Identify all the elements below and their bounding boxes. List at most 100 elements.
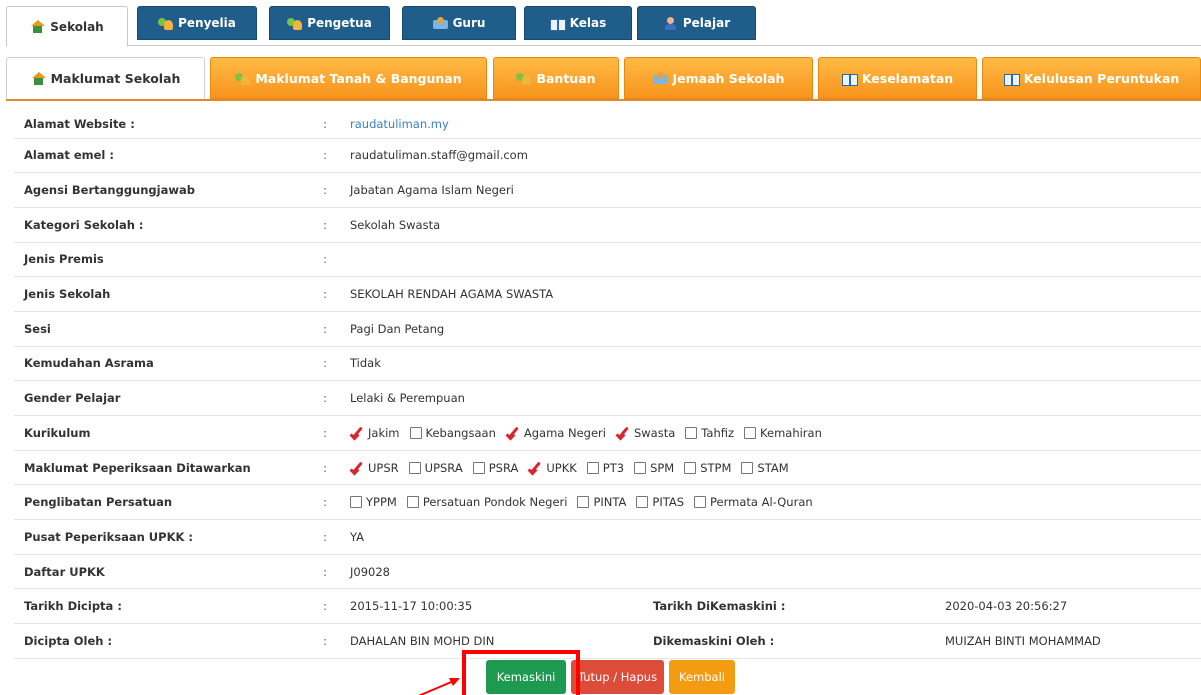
- checkbox-persatuan-pondok-negeri[interactable]: Persatuan Pondok Negeri: [406, 495, 568, 510]
- checkbox-box: [409, 426, 422, 439]
- checkbox-yppm[interactable]: YPPM: [350, 495, 397, 509]
- field-value: 2015-11-17 10:00:35: [340, 588, 643, 625]
- tab-guru[interactable]: Guru: [402, 6, 516, 40]
- table-row: Jenis Premis :: [14, 242, 1201, 278]
- website-link[interactable]: raudatuliman.my: [350, 117, 449, 131]
- colon: :: [310, 588, 340, 625]
- checkbox-spm[interactable]: SPM: [634, 461, 674, 475]
- kembali-button[interactable]: Kembali: [669, 660, 735, 694]
- tab-pengetua[interactable]: Pengetua: [269, 6, 390, 40]
- tab-pelajar[interactable]: Pelajar: [637, 6, 756, 40]
- tab-sekolah[interactable]: Sekolah: [6, 6, 128, 47]
- tab-label: Kelas: [569, 16, 607, 30]
- pointer-arrow-icon: [418, 678, 460, 695]
- subtab-label: Bantuan: [536, 70, 596, 86]
- subtab-jemaah-sekolah[interactable]: Jemaah Sekolah: [624, 57, 813, 99]
- kurikulum-checkbox-group: Jakim Kebangsaan Agama Negeri Swasta Tah…: [350, 426, 1191, 440]
- subtab-maklumat-sekolah[interactable]: Maklumat Sekolah: [6, 57, 205, 99]
- subtab-kelulusan-peruntukan[interactable]: Kelulusan Peruntukan: [982, 57, 1201, 99]
- checkbox-box: [406, 496, 419, 509]
- teacher-icon: [432, 16, 448, 30]
- colon: :: [310, 276, 340, 312]
- field-label: Daftar UPKK: [14, 554, 310, 590]
- checkmark-icon: [506, 426, 520, 439]
- subtab-bantuan[interactable]: Bantuan: [493, 57, 619, 99]
- persatuan-checkbox-group: YPPM Persatuan Pondok Negeri PINTA PITAS…: [350, 495, 1191, 509]
- table-row: Tarikh Dicipta : : 2015-11-17 10:00:35 T…: [14, 588, 1201, 625]
- subtab-keselamatan[interactable]: Keselamatan: [818, 57, 977, 99]
- checkbox-label: Persatuan Pondok Negeri: [422, 495, 568, 510]
- tab-penyelia[interactable]: Penyelia: [137, 6, 257, 40]
- sub-tab-bar: Maklumat Sekolah Maklumat Tanah & Bangun…: [6, 57, 1201, 99]
- users-icon: [287, 17, 303, 30]
- field-label: Pusat Peperiksaan UPKK :: [14, 519, 310, 555]
- checkbox-box: [694, 496, 707, 509]
- tab-label: Guru: [452, 16, 486, 30]
- checkbox-stam[interactable]: STAM: [741, 460, 789, 475]
- field-value: 2020-04-03 20:56:27: [935, 588, 1201, 625]
- checkbox-permata-al-quran[interactable]: Permata Al-Quran: [694, 495, 813, 509]
- peperiksaan-checkbox-group: UPSR UPSRA PSRA UPKK PT3 SPM STPM STAM: [350, 461, 1191, 475]
- field-label: Kurikulum: [14, 415, 310, 451]
- checkbox-label: STPM: [700, 460, 732, 475]
- field-label: Tarikh Dicipta :: [14, 588, 310, 625]
- subtab-label: Kelulusan Peruntukan: [1023, 70, 1180, 86]
- checkbox-kemahiran[interactable]: Kemahiran: [744, 426, 822, 440]
- field-label: Alamat emel :: [14, 138, 310, 174]
- checkbox-stpm[interactable]: STPM: [684, 461, 731, 475]
- checkbox-upkk[interactable]: UPKK: [528, 461, 576, 475]
- colon: :: [310, 346, 340, 382]
- field-label: Sesi: [14, 311, 310, 347]
- colon: :: [310, 415, 340, 451]
- checkbox-agama-negeri[interactable]: Agama Negeri: [506, 426, 606, 440]
- field-value: J09028: [340, 554, 1201, 590]
- checkbox-label: Jakim: [368, 425, 400, 440]
- checkbox-upsra[interactable]: UPSRA: [408, 461, 463, 475]
- highlight-box: [462, 650, 580, 695]
- table-row: Kemudahan Asrama : Tidak: [14, 346, 1201, 382]
- checkbox-kebangsaan[interactable]: Kebangsaan: [409, 425, 496, 440]
- field-label: Jenis Sekolah: [14, 276, 310, 312]
- checkbox-swasta[interactable]: Swasta: [616, 426, 675, 440]
- colon: :: [310, 207, 340, 243]
- tutup-hapus-button[interactable]: Tutup / Hapus: [571, 660, 664, 694]
- checkmark-icon: [616, 426, 630, 439]
- checkbox-label: STAM: [757, 460, 789, 475]
- checkbox-label: Kebangsaan: [425, 425, 496, 440]
- table-row: Daftar UPKK : J09028: [14, 554, 1201, 590]
- checkbox-pt3[interactable]: PT3: [586, 461, 624, 475]
- subtab-label: Maklumat Sekolah: [50, 71, 181, 86]
- subtab-label: Maklumat Tanah & Bangunan: [255, 70, 462, 86]
- checkbox-tahfiz[interactable]: Tahfiz: [685, 426, 734, 440]
- checkbox-pinta[interactable]: PINTA: [577, 495, 626, 509]
- field-value: Lelaki & Perempuan: [340, 380, 1201, 416]
- checkmark-icon: [350, 426, 364, 439]
- checkbox-box: [350, 496, 362, 509]
- checkbox-jakim[interactable]: Jakim: [350, 426, 400, 440]
- field-value: MUIZAH BINTI MOHAMMAD: [935, 623, 1201, 659]
- colon: :: [310, 554, 340, 590]
- checkbox-box: [744, 426, 757, 439]
- checkbox-box: [408, 461, 421, 474]
- table-row: Dicipta Oleh : : DAHALAN BIN MOHD DIN Di…: [14, 623, 1201, 659]
- school-detail-table: Alamat Website : : raudatuliman.my Alama…: [14, 110, 1201, 659]
- checkbox-label: Tahfiz: [701, 425, 735, 440]
- table-row: Alamat emel : : raudatuliman.staff@gmail…: [14, 138, 1201, 174]
- checkmark-icon: [350, 461, 364, 474]
- field-value: Tidak: [340, 346, 1201, 382]
- tab-kelas[interactable]: Kelas: [524, 6, 632, 40]
- book-icon: [841, 72, 858, 86]
- checkmark-icon: [528, 461, 542, 474]
- checkbox-psra[interactable]: PSRA: [472, 461, 518, 475]
- table-row: Maklumat Peperiksaan Ditawarkan : UPSR U…: [14, 450, 1201, 486]
- checkbox-upsr[interactable]: UPSR: [350, 461, 399, 475]
- tab-label: Sekolah: [50, 19, 104, 34]
- users-icon: [158, 17, 174, 30]
- subtab-tanah-bangunan[interactable]: Maklumat Tanah & Bangunan: [210, 57, 487, 99]
- sub-tab-underline: [6, 99, 1201, 101]
- field-value: SEKOLAH RENDAH AGAMA SWASTA: [340, 276, 1201, 312]
- checkbox-pitas[interactable]: PITAS: [636, 495, 684, 509]
- home-icon: [30, 20, 46, 33]
- table-row: Kategori Sekolah : : Sekolah Swasta: [14, 207, 1201, 243]
- colon: :: [310, 242, 340, 278]
